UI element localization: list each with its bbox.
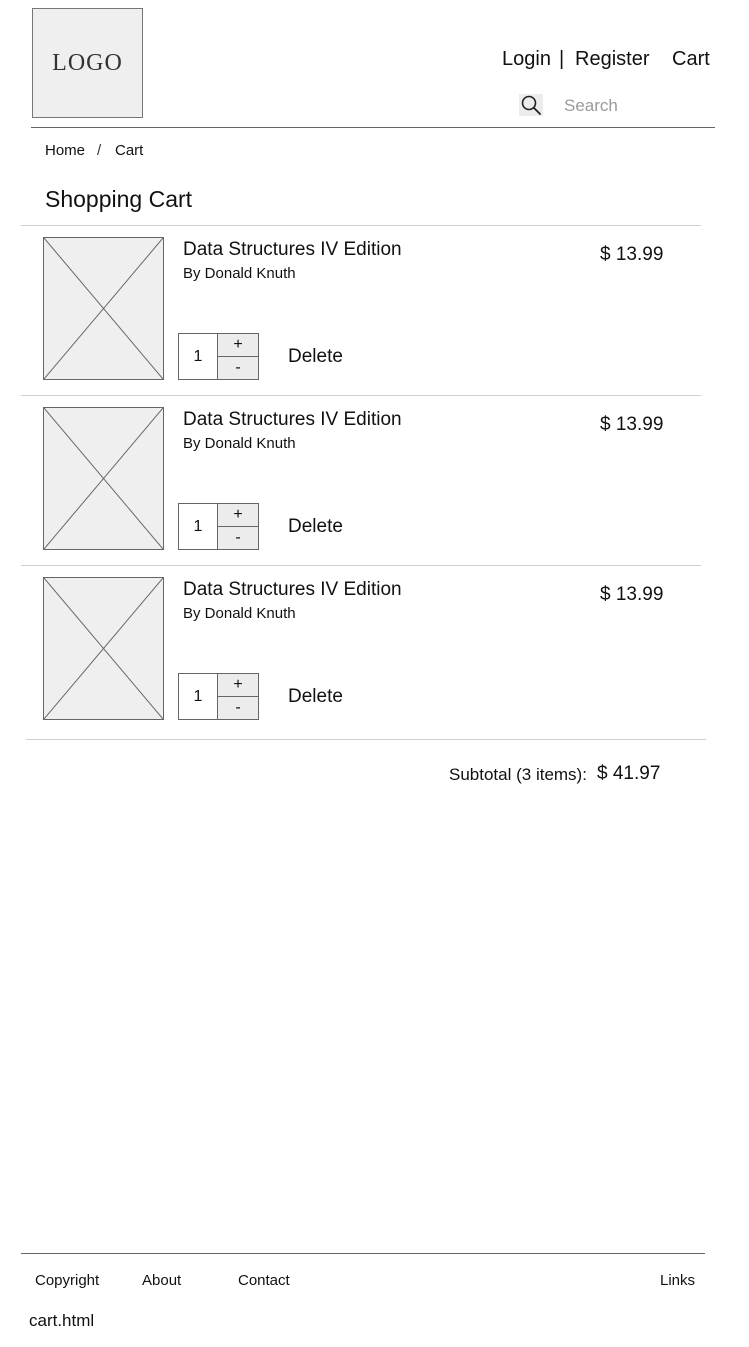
item-author: By Donald Knuth — [183, 435, 296, 452]
delete-button[interactable]: Delete — [288, 686, 343, 708]
header-divider — [31, 127, 715, 128]
quantity-decrease-button[interactable]: - — [217, 356, 259, 380]
quantity-decrease-button[interactable]: - — [217, 696, 259, 720]
login-link[interactable]: Login — [502, 48, 551, 71]
top-nav: Login | Register Cart — [480, 48, 710, 72]
quantity-decrease-button[interactable]: - — [217, 526, 259, 550]
footer-divider — [21, 1253, 705, 1254]
item-author: By Donald Knuth — [183, 265, 296, 282]
nav-separator: | — [559, 48, 565, 70]
page-title: Shopping Cart — [45, 186, 193, 212]
quantity-input[interactable]: 1 — [178, 503, 218, 550]
item-title[interactable]: Data Structures IV Edition — [183, 579, 402, 601]
register-link[interactable]: Register — [575, 48, 649, 71]
delete-button[interactable]: Delete — [288, 346, 343, 368]
item-price: $ 13.99 — [600, 584, 664, 605]
image-placeholder-icon[interactable] — [43, 577, 164, 720]
quantity-increase-button[interactable]: + — [217, 673, 259, 697]
quantity-increase-button[interactable]: + — [217, 333, 259, 357]
cart-item: Data Structures IV Edition By Donald Knu… — [21, 396, 701, 566]
image-placeholder-icon[interactable] — [43, 237, 164, 380]
breadcrumb-home[interactable]: Home — [45, 142, 85, 159]
footer-about-link[interactable]: About — [142, 1272, 181, 1289]
cart-link[interactable]: Cart — [672, 48, 710, 71]
footer-contact-link[interactable]: Contact — [238, 1272, 290, 1289]
item-title[interactable]: Data Structures IV Edition — [183, 239, 402, 261]
breadcrumb-current: Cart — [115, 142, 144, 159]
cart-item: Data Structures IV Edition By Donald Knu… — [21, 566, 701, 735]
footer-links-link[interactable]: Links — [660, 1272, 695, 1289]
cart-list: Data Structures IV Edition By Donald Knu… — [21, 225, 701, 735]
breadcrumb: Home / Cart — [45, 142, 245, 162]
breadcrumb-separator: / — [97, 142, 102, 159]
item-author: By Donald Knuth — [183, 605, 296, 622]
footer-copyright-link[interactable]: Copyright — [35, 1272, 99, 1289]
cart-item: Data Structures IV Edition By Donald Knu… — [21, 226, 701, 396]
item-title[interactable]: Data Structures IV Edition — [183, 409, 402, 431]
image-placeholder-icon[interactable] — [43, 407, 164, 550]
cart-list-divider — [26, 739, 706, 740]
quantity-input[interactable]: 1 — [178, 333, 218, 380]
item-price: $ 13.99 — [600, 244, 664, 265]
search-icon[interactable] — [519, 94, 543, 116]
logo[interactable]: LOGO — [32, 8, 143, 118]
quantity-input[interactable]: 1 — [178, 673, 218, 720]
subtotal-label: Subtotal (3 items): — [449, 765, 587, 784]
quantity-increase-button[interactable]: + — [217, 503, 259, 527]
page-filename: cart.html — [29, 1311, 95, 1330]
subtotal-value: $ 41.97 — [597, 763, 661, 784]
delete-button[interactable]: Delete — [288, 516, 343, 538]
item-price: $ 13.99 — [600, 414, 664, 435]
search-input[interactable]: Search — [564, 96, 618, 116]
